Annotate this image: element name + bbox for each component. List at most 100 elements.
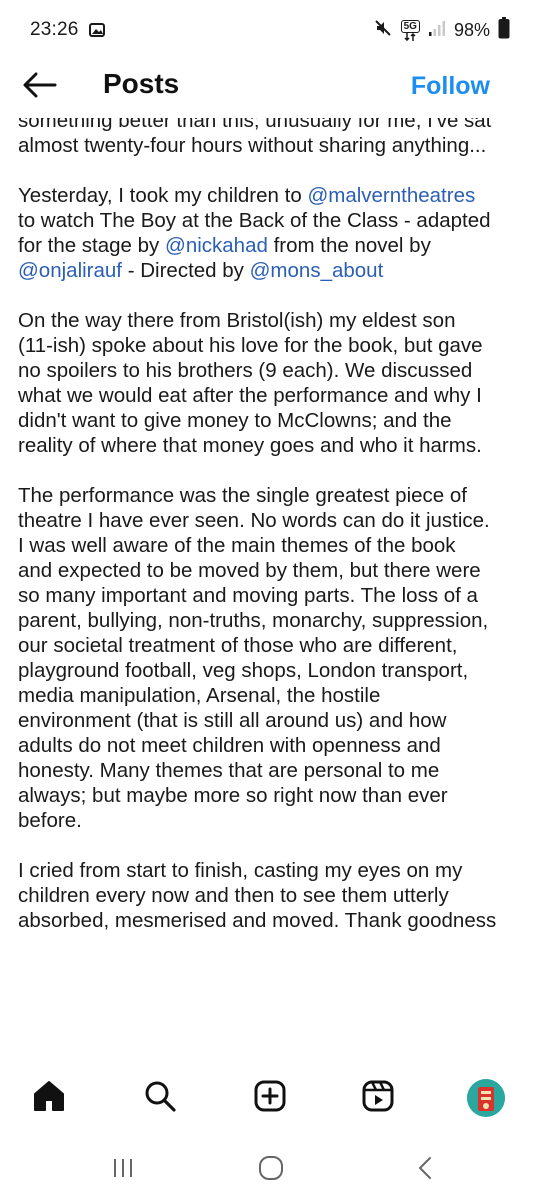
battery-percent: 98% — [453, 19, 490, 40]
post-paragraph: On the way there from Bristol(ish) my el… — [18, 308, 528, 458]
page-title: Posts — [103, 68, 180, 99]
arrow-left-icon — [23, 72, 57, 103]
post-text: honesty. Many themes that are personal t… — [18, 759, 440, 782]
status-bar: 23:26 5G 98% — [0, 0, 540, 60]
post-text: Yesterday, I took my children to — [18, 184, 308, 207]
back-chevron-icon — [416, 1155, 434, 1186]
post-text: I was well aware of the main themes of t… — [18, 534, 456, 557]
post-text: The performance was the single greatest … — [18, 484, 467, 507]
gallery-icon — [88, 23, 105, 37]
post-caption-scroll[interactable]: something better than this; unusually fo… — [0, 118, 540, 1058]
signal-icon — [428, 19, 446, 42]
post-line: adults do not meet children with opennes… — [18, 733, 528, 758]
add-post-icon — [253, 1079, 287, 1118]
post-text: no spoilers to his brothers (9 each). We… — [18, 359, 473, 382]
post-line: to watch The Boy at the Back of the Clas… — [18, 208, 528, 233]
post-paragraph: Yesterday, I took my children to @malver… — [18, 183, 528, 283]
reels-icon — [361, 1079, 395, 1118]
post-text: to watch The Boy at the Back of the Clas… — [18, 209, 491, 232]
post-text: from the novel by — [267, 234, 431, 257]
post-paragraph: The performance was the single greatest … — [18, 483, 528, 833]
battery-icon — [498, 16, 510, 44]
home-circle-icon — [258, 1155, 284, 1186]
post-text: our societal treatment of those who are … — [18, 634, 458, 657]
nav-search[interactable] — [138, 1076, 182, 1120]
mute-icon — [373, 18, 393, 43]
nav-reels[interactable] — [356, 1076, 400, 1120]
nav-create[interactable] — [248, 1076, 292, 1120]
mention-link[interactable]: @mons_about — [250, 259, 384, 282]
network-5g-icon: 5G — [400, 19, 420, 41]
post-text: before. — [18, 809, 82, 832]
post-line: theatre I have ever seen. No words can d… — [18, 508, 528, 533]
post-line: On the way there from Bristol(ish) my el… — [18, 308, 528, 333]
post-line: before. — [18, 808, 528, 833]
post-text: environment (that is still all around us… — [18, 709, 447, 732]
post-caption: something better than this; unusually fo… — [18, 118, 528, 958]
status-time: 23:26 — [30, 19, 79, 40]
bottom-nav — [0, 1058, 540, 1138]
post-line: almost twenty-four hours without sharing… — [18, 133, 528, 158]
post-text: children every now and then to see them … — [18, 884, 449, 907]
post-line: @onjalirauf - Directed by @mons_about — [18, 258, 528, 283]
status-icons: 5G 98% — [373, 16, 510, 44]
post-line: absorbed, mesmerised and moved. Thank go… — [18, 908, 528, 933]
post-text: and expected to be moved by them, but th… — [18, 559, 481, 582]
system-back-button[interactable] — [400, 1148, 450, 1192]
post-line: I was well aware of the main themes of t… — [18, 533, 528, 558]
post-text: On the way there from Bristol(ish) my el… — [18, 309, 456, 332]
post-text: reality of where that money goes and who… — [18, 434, 482, 457]
post-paragraph: I cried from start to finish, casting my… — [18, 858, 528, 933]
post-line: Yesterday, I took my children to @malver… — [18, 183, 528, 208]
system-nav-bar — [0, 1138, 540, 1200]
mention-link[interactable]: @malverntheatres — [307, 184, 475, 207]
post-text: parent, bullying, non-truths, monarchy, … — [18, 609, 489, 632]
post-line: something better than this; unusually fo… — [18, 118, 528, 133]
post-text: so many important and moving parts. The … — [18, 584, 478, 607]
post-line: (11-ish) spoke about his love for the bo… — [18, 333, 528, 358]
post-text: didn't want to give money to McClowns; a… — [18, 409, 452, 432]
post-text: playground football, veg shops, London t… — [18, 659, 469, 682]
post-line: our societal treatment of those who are … — [18, 633, 528, 658]
profile-avatar-icon — [467, 1079, 505, 1117]
nav-home[interactable] — [27, 1076, 71, 1120]
post-line: and expected to be moved by them, but th… — [18, 558, 528, 583]
post-line: no spoilers to his brothers (9 each). We… — [18, 358, 528, 383]
post-line: media manipulation, Arsenal, the hostile — [18, 683, 528, 708]
post-text: absorbed, mesmerised and moved. Thank go… — [18, 909, 497, 932]
post-line: The performance was the single greatest … — [18, 483, 528, 508]
post-text: I cried from start to finish, casting my… — [18, 859, 463, 882]
search-icon — [143, 1079, 177, 1118]
post-line: children every now and then to see them … — [18, 883, 528, 908]
post-line: reality of where that money goes and who… — [18, 433, 528, 458]
post-text: theatre I have ever seen. No words can d… — [18, 509, 490, 532]
post-line: what we would eat after the performance … — [18, 383, 528, 408]
post-line: environment (that is still all around us… — [18, 708, 528, 733]
post-text: media manipulation, Arsenal, the hostile — [18, 684, 381, 707]
mention-link[interactable]: @onjalirauf — [18, 259, 122, 282]
post-text: always; but maybe more so right now than… — [18, 784, 448, 807]
home-icon — [32, 1079, 66, 1118]
post-line: always; but maybe more so right now than… — [18, 783, 528, 808]
recent-apps-button[interactable] — [98, 1148, 148, 1192]
post-line: honesty. Many themes that are personal t… — [18, 758, 528, 783]
header-bar: Posts Follow — [0, 62, 540, 112]
post-line: playground football, veg shops, London t… — [18, 658, 528, 683]
post-text: something better than this; unusually fo… — [18, 118, 492, 132]
post-text: almost twenty-four hours without sharing… — [18, 134, 487, 157]
back-button[interactable] — [22, 70, 58, 104]
recent-apps-icon — [111, 1157, 135, 1184]
post-text: (11-ish) spoke about his love for the bo… — [18, 334, 483, 357]
post-line: so many important and moving parts. The … — [18, 583, 528, 608]
post-line: for the stage by @nickahad from the nove… — [18, 233, 528, 258]
nav-profile[interactable] — [464, 1076, 508, 1120]
system-home-button[interactable] — [246, 1148, 296, 1192]
network-label: 5G — [400, 19, 420, 33]
post-text: - Directed by — [122, 259, 250, 282]
post-text: for the stage by — [18, 234, 166, 257]
post-line: didn't want to give money to McClowns; a… — [18, 408, 528, 433]
mention-link[interactable]: @nickahad — [165, 234, 268, 257]
post-line: parent, bullying, non-truths, monarchy, … — [18, 608, 528, 633]
follow-button[interactable]: Follow — [411, 72, 490, 101]
post-text: adults do not meet children with opennes… — [18, 734, 441, 757]
